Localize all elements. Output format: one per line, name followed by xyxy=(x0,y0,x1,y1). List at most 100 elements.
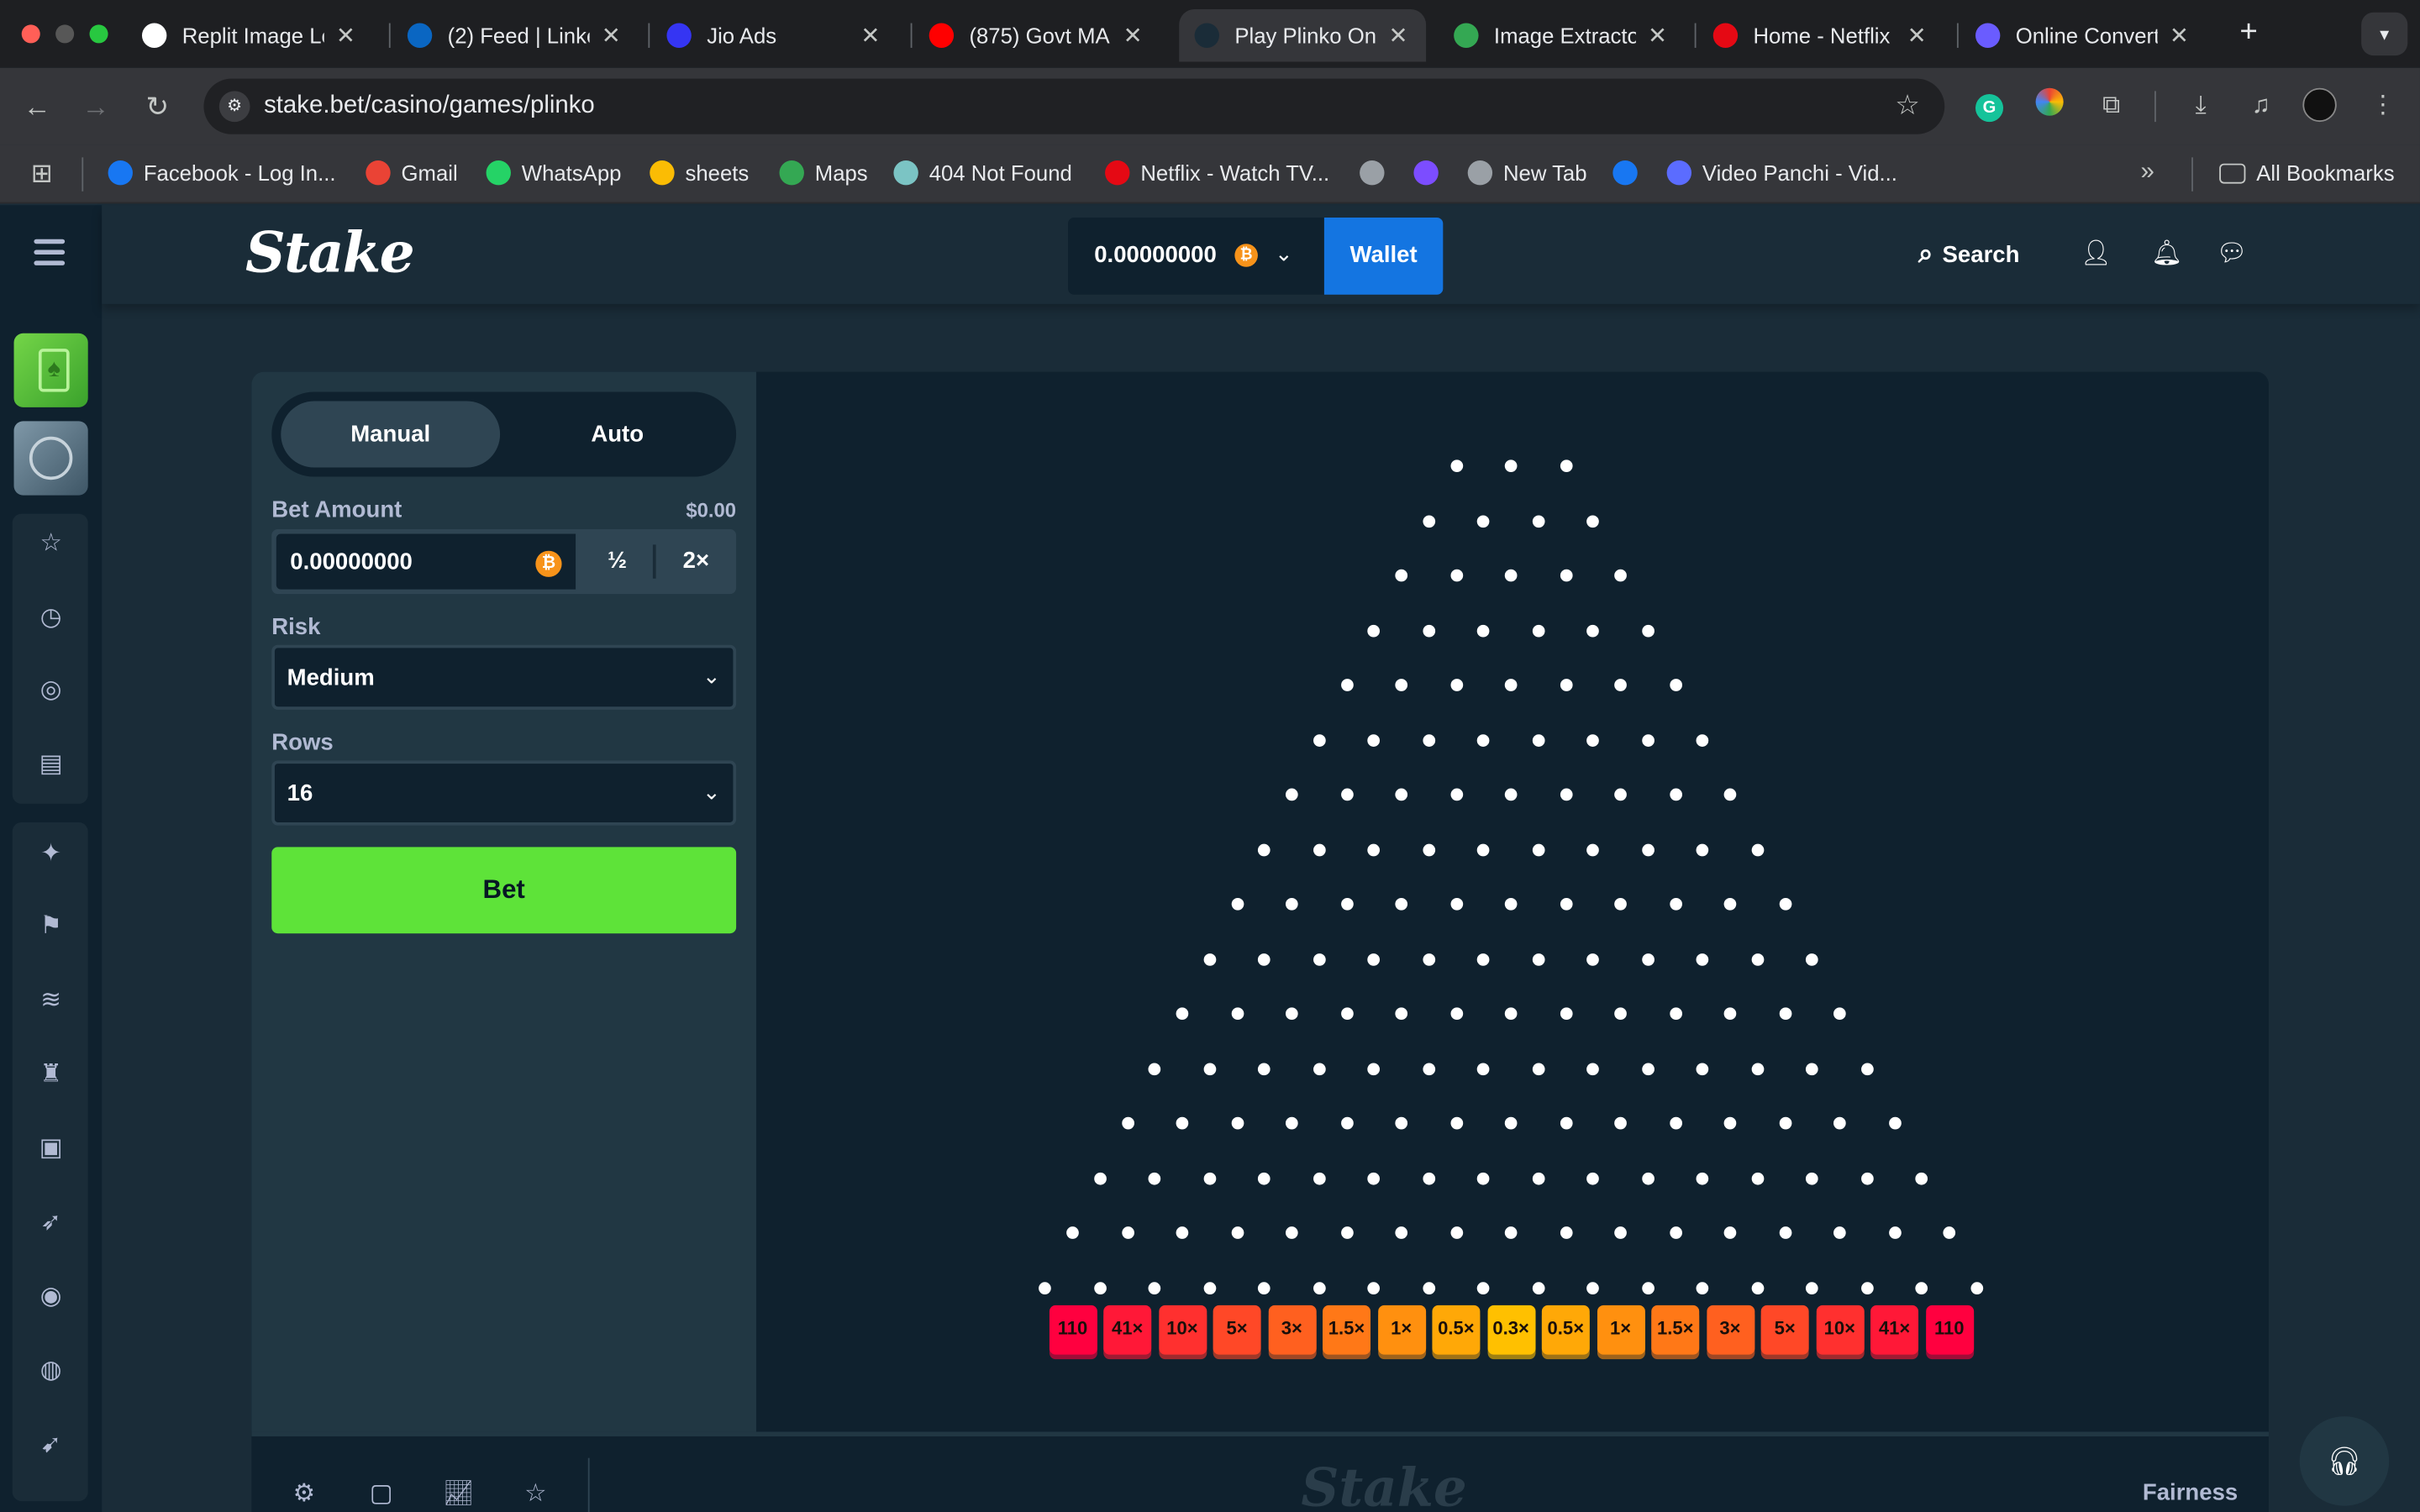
back-icon[interactable]: ← xyxy=(18,88,55,125)
browser-tab[interactable]: (875) Govt MA ✕ xyxy=(913,9,1160,61)
rocket-icon[interactable]: ➶ xyxy=(34,1206,67,1240)
bet-button[interactable]: Bet xyxy=(271,847,737,934)
reload-icon[interactable]: ↻ xyxy=(139,88,176,125)
favourite-star-icon[interactable]: ☆ xyxy=(518,1478,552,1512)
bookmark-item[interactable]: Video Panchi - Vid... xyxy=(1666,160,1897,186)
close-tab-icon[interactable]: ✕ xyxy=(1645,22,1670,50)
wallet-button[interactable]: Wallet xyxy=(1323,217,1444,295)
address-bar[interactable]: ⚙ stake.bet/casino/games/plinko ☆ xyxy=(203,78,1945,134)
tab-search-button[interactable]: ▾ xyxy=(2361,12,2408,56)
bookmark-label: sheets xyxy=(685,160,750,186)
bookmark-item[interactable]: Gmail xyxy=(366,160,458,186)
media-control-icon[interactable]: ♫ xyxy=(2243,88,2280,125)
fairness-link[interactable]: Fairness xyxy=(2143,1479,2238,1505)
bookmark-item[interactable]: 404 Not Found xyxy=(893,160,1072,186)
bookmark-item[interactable]: Facebook - Log In... xyxy=(108,160,336,186)
bookmark-item[interactable]: WhatsApp xyxy=(486,160,621,186)
download-icon[interactable]: ⤓ xyxy=(2182,88,2219,125)
sports-tile[interactable] xyxy=(13,421,88,496)
peg xyxy=(1203,1062,1216,1075)
stats-icon[interactable]: 📈︎ xyxy=(441,1478,475,1512)
chat-icon[interactable]: 💬︎ xyxy=(2215,238,2249,271)
recent-icon[interactable]: ◷ xyxy=(34,601,67,635)
bookmark-item[interactable]: sheets xyxy=(650,160,750,186)
close-tab-icon[interactable]: ✕ xyxy=(1120,22,1144,50)
stake-logo[interactable]: Stake xyxy=(245,221,415,286)
menu-icon[interactable] xyxy=(34,239,66,270)
double-bet-button[interactable]: 2× xyxy=(659,529,733,594)
close-tab-icon[interactable]: ✕ xyxy=(2167,22,2191,50)
half-bet-button[interactable]: ½ xyxy=(583,529,651,594)
tab-title: Replit Image Lo xyxy=(182,23,324,48)
bookmark-item[interactable] xyxy=(1612,160,1648,186)
close-tab-icon[interactable]: ✕ xyxy=(858,22,882,50)
plinko-game: Manual Auto Bet Amount $0.00 0.00000000 … xyxy=(251,371,2269,1436)
promotions-icon[interactable]: ➹ xyxy=(34,1429,67,1462)
browser-tab[interactable]: Image Extracto ✕ xyxy=(1439,9,1686,61)
peg xyxy=(1559,1007,1572,1021)
slots-icon[interactable]: ♜ xyxy=(34,1058,67,1092)
peg xyxy=(1504,679,1518,691)
manual-tab[interactable]: Manual xyxy=(281,401,501,468)
close-tab-icon[interactable]: ✕ xyxy=(599,22,623,50)
peg xyxy=(1833,1116,1846,1130)
bookmark-item[interactable]: Maps xyxy=(779,160,868,186)
browser-tab[interactable]: Home - Netflix ✕ xyxy=(1697,9,1944,61)
auto-tab[interactable]: Auto xyxy=(508,402,727,468)
bet-amount-input[interactable]: 0.00000000 ₿ xyxy=(274,532,577,591)
peg xyxy=(1860,1281,1874,1294)
close-tab-icon[interactable]: ✕ xyxy=(1386,22,1410,50)
bookmark-item[interactable]: Netflix - Watch TV... xyxy=(1105,160,1329,186)
multiplier-slot: 10× xyxy=(1158,1305,1207,1355)
browser-tab[interactable]: (2) Feed | Linke ✕ xyxy=(392,9,639,61)
zoom-window-button[interactable] xyxy=(89,24,108,44)
browser-menu-icon[interactable]: ⋮ xyxy=(2365,88,2402,125)
bookmark-star-icon[interactable]: ☆ xyxy=(1895,90,1920,123)
search-button[interactable]: ⌕ Search xyxy=(1918,239,2019,270)
live-casino-icon[interactable]: ◉ xyxy=(34,1280,67,1314)
apps-grid-icon[interactable]: ⊞ xyxy=(31,159,53,190)
favourites-icon[interactable]: ☆ xyxy=(34,528,67,561)
forward-icon[interactable]: → xyxy=(77,88,114,125)
peg xyxy=(1285,1226,1298,1239)
browser-tab[interactable]: Jio Ads ✕ xyxy=(651,9,898,61)
bookmark-item[interactable] xyxy=(1413,160,1449,186)
bookmark-item[interactable] xyxy=(1360,160,1395,186)
casino-tile[interactable]: ♠ xyxy=(13,333,88,407)
new-tab-button[interactable]: + xyxy=(2232,15,2265,50)
theatre-mode-icon[interactable]: ▢ xyxy=(364,1478,397,1512)
hot-icon[interactable]: ✦ xyxy=(34,837,67,871)
close-tab-icon[interactable]: ✕ xyxy=(1904,22,1928,50)
browser-tab[interactable]: Online Convert ✕ xyxy=(1960,9,2207,61)
game-shows-icon[interactable]: ◍ xyxy=(34,1355,67,1389)
bookmark-icon[interactable]: ⚑ xyxy=(34,911,67,944)
challenges-icon[interactable]: ◎ xyxy=(34,675,67,708)
originals-icon[interactable]: ≋ xyxy=(34,984,67,1018)
peg xyxy=(1532,1062,1545,1075)
site-info-icon[interactable]: ⚙ xyxy=(218,91,250,123)
risk-select[interactable]: Medium ⌄ xyxy=(271,644,737,710)
color-extension-icon[interactable] xyxy=(2031,87,2068,125)
my-bets-icon[interactable]: ▤ xyxy=(34,748,67,782)
settings-icon[interactable]: ⚙ xyxy=(287,1478,321,1512)
profile-avatar[interactable] xyxy=(2302,87,2338,125)
browser-tab[interactable]: Play Plinko Onl ✕ xyxy=(1179,9,1427,62)
minimize-window-button[interactable] xyxy=(55,24,75,44)
close-window-button[interactable] xyxy=(21,24,40,44)
peg xyxy=(1176,1116,1189,1130)
rows-select[interactable]: 16 ⌄ xyxy=(271,760,737,826)
extensions-icon[interactable]: ⧉ xyxy=(2093,88,2130,125)
bet-amount-group: 0.00000000 ₿ ½ 2× xyxy=(271,528,737,595)
user-icon[interactable]: 👤︎ xyxy=(2079,238,2112,271)
balance-selector[interactable]: 0.00000000 ₿ ⌄ xyxy=(1067,217,1324,295)
notifications-icon[interactable]: 🔔︎ xyxy=(2150,238,2184,271)
grammarly-icon[interactable]: G xyxy=(1970,88,2007,125)
live-support-icon[interactable]: 🎧︎ xyxy=(2299,1416,2390,1506)
peg xyxy=(1148,1171,1161,1184)
all-bookmarks[interactable]: All Bookmarks xyxy=(2219,160,2395,185)
gift-icon[interactable]: ▣ xyxy=(34,1132,67,1166)
more-bookmarks-icon[interactable]: » xyxy=(2141,159,2154,186)
browser-tab[interactable]: Replit Image Lo ✕ xyxy=(127,9,374,61)
close-tab-icon[interactable]: ✕ xyxy=(334,22,358,50)
bookmark-item[interactable]: New Tab xyxy=(1467,160,1587,186)
